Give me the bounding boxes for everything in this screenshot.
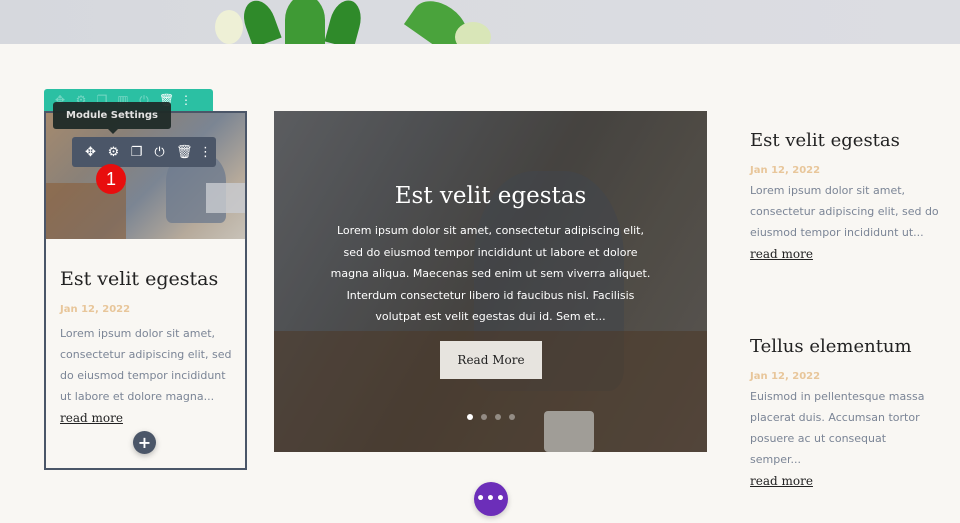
post-title[interactable]: Tellus elementum bbox=[750, 336, 940, 357]
module-settings-tooltip: Module Settings bbox=[53, 102, 171, 134]
move-icon[interactable]: ✥ bbox=[84, 145, 97, 160]
slide-dot[interactable] bbox=[481, 414, 487, 420]
read-more-link[interactable]: read more bbox=[750, 474, 813, 488]
hero-image bbox=[0, 0, 960, 44]
read-more-link[interactable]: read more bbox=[60, 411, 123, 425]
post-excerpt: Euismod in pellentesque massa placerat d… bbox=[750, 390, 925, 466]
leaf-shape bbox=[238, 0, 282, 44]
featured-post-slider[interactable]: Est velit egestas Lorem ipsum dolor sit … bbox=[274, 111, 707, 452]
read-more-link[interactable]: read more bbox=[750, 247, 813, 261]
gear-icon[interactable]: ⚙ bbox=[107, 145, 120, 160]
more-icon[interactable]: ⋮ bbox=[180, 93, 192, 107]
flower-shape bbox=[455, 22, 491, 44]
add-module-button[interactable]: + bbox=[133, 431, 156, 454]
post-title[interactable]: Est velit egestas bbox=[60, 268, 218, 290]
slide-dot[interactable] bbox=[467, 414, 473, 420]
slide-title: Est velit egestas bbox=[394, 183, 587, 209]
leaf-shape bbox=[285, 0, 325, 44]
module-toolbar[interactable]: ✥ ⚙ ❐ ⏻ 🗑︎ ⋮ bbox=[72, 137, 216, 167]
slide-text: Lorem ipsum dolor sit amet, consectetur … bbox=[330, 224, 651, 323]
post-excerpt: Lorem ipsum dolor sit amet, consectetur … bbox=[60, 327, 232, 403]
post-excerpt: Lorem ipsum dolor sit amet, consectetur … bbox=[750, 184, 939, 239]
power-icon[interactable]: ⏻ bbox=[153, 145, 166, 160]
slide-dot[interactable] bbox=[495, 414, 501, 420]
post-title[interactable]: Est velit egestas bbox=[750, 130, 940, 151]
leaf-shape bbox=[324, 0, 366, 44]
blog-post: Est velit egestas Jan 12, 2022 Lorem ips… bbox=[750, 130, 940, 262]
more-icon[interactable]: ⋮ bbox=[199, 145, 212, 160]
trash-icon[interactable]: 🗑︎ bbox=[176, 145, 193, 160]
post-date: Jan 12, 2022 bbox=[60, 304, 131, 315]
section-more-button[interactable]: ••• bbox=[474, 482, 508, 516]
slider-pagination bbox=[467, 414, 515, 420]
step-badge: 1 bbox=[96, 164, 126, 194]
post-date: Jan 12, 2022 bbox=[750, 165, 821, 176]
blog-post: Tellus elementum Jan 12, 2022 Euismod in… bbox=[750, 336, 940, 489]
read-more-button[interactable]: Read More bbox=[440, 341, 542, 379]
duplicate-icon[interactable]: ❐ bbox=[130, 145, 143, 160]
post-thumbnail[interactable] bbox=[46, 113, 245, 239]
flower-shape bbox=[215, 10, 243, 44]
post-date: Jan 12, 2022 bbox=[750, 371, 821, 382]
slide-dot[interactable] bbox=[509, 414, 515, 420]
